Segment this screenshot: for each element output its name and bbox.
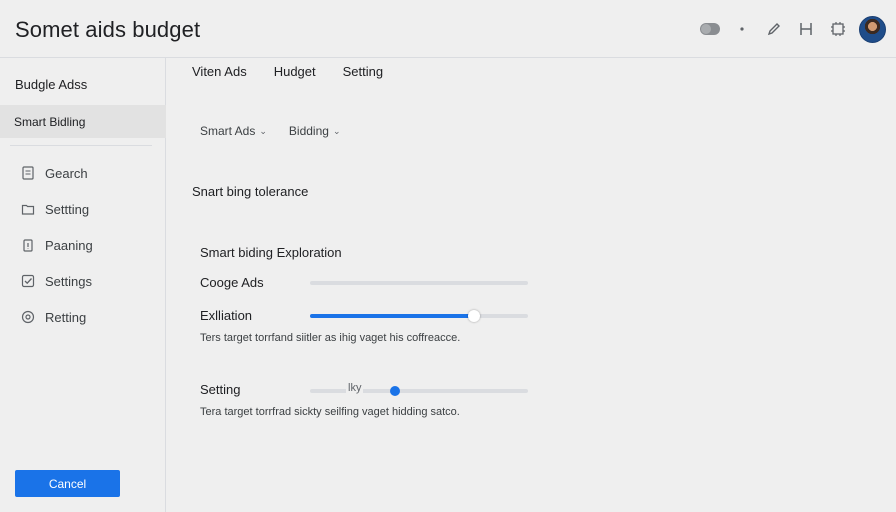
- row-label: Exlliation: [200, 308, 253, 323]
- sidebar-item-label: Settting: [45, 201, 90, 217]
- sidebar-item-label: Retting: [45, 309, 87, 325]
- toggle-icon[interactable]: [697, 16, 723, 42]
- sidebar-item-label: Smart Bidling: [14, 115, 86, 129]
- top-app-bar: Somet aids budget: [0, 0, 896, 58]
- dot-icon[interactable]: [729, 16, 755, 42]
- edit-icon[interactable]: [761, 16, 787, 42]
- checkbox-icon: [20, 273, 36, 289]
- heading-icon[interactable]: [793, 16, 819, 42]
- slider-thumb[interactable]: [390, 386, 401, 396]
- row-label: Setting: [200, 382, 241, 397]
- setting-slider[interactable]: lky: [310, 382, 528, 396]
- target-icon: [20, 309, 36, 325]
- folder-icon: [20, 201, 36, 217]
- smart-ads-dropdown[interactable]: Smart Ads ⌄: [200, 124, 267, 138]
- tab-setting[interactable]: Setting: [343, 64, 383, 79]
- sidebar-item-smart-bidding[interactable]: Smart Bidling: [0, 105, 166, 138]
- app-title: Somet aids budget: [15, 17, 201, 42]
- clipboard-icon: [20, 237, 36, 253]
- user-avatar[interactable]: [859, 15, 886, 43]
- chevron-down-icon: ⌄: [332, 125, 341, 136]
- tab-bar: Viten Ads Hudget Setting: [192, 64, 410, 79]
- dropdown-label: Bidding: [288, 124, 329, 138]
- help-text: Ters target torrfand siitler as ihig vag…: [200, 332, 461, 344]
- slider-inline-label: lky: [346, 382, 364, 394]
- sidebar-divider: [10, 145, 152, 146]
- filter-bar: Smart Ads ⌄ Bidding ⌄: [200, 124, 362, 138]
- sidebar-header: Budgle Adss: [15, 77, 88, 92]
- sidebar-item-paaning[interactable]: Paaning: [0, 230, 166, 260]
- panel-title: Smart biding Exploration: [200, 245, 342, 260]
- tab-viten-ads[interactable]: Viten Ads: [192, 64, 247, 79]
- section-title: Snart bing tolerance: [192, 184, 309, 199]
- cooge-ads-slider-track[interactable]: [310, 281, 528, 285]
- sidebar-item-label: Paaning: [45, 237, 93, 253]
- chip-icon[interactable]: [825, 16, 851, 42]
- sidebar-item-gearch[interactable]: Gearch: [0, 158, 166, 188]
- chevron-down-icon: ⌄: [259, 125, 267, 136]
- row-label: Cooge Ads: [200, 275, 264, 290]
- exlliation-slider[interactable]: [310, 310, 528, 322]
- main-content: Viten Ads Hudget Setting Smart Ads ⌄ Bid…: [167, 58, 896, 512]
- document-icon: [20, 165, 36, 181]
- sidebar-item-retting[interactable]: Retting: [0, 302, 166, 332]
- slider-fill: [310, 314, 474, 318]
- sidebar-item-settings[interactable]: Settings: [0, 266, 166, 296]
- sidebar: Budgle Adss Smart Bidling Gearch Setttin…: [0, 58, 166, 512]
- bidding-dropdown[interactable]: Bidding ⌄: [289, 124, 341, 138]
- tab-hudget[interactable]: Hudget: [274, 64, 316, 79]
- cancel-button[interactable]: Cancel: [15, 470, 120, 497]
- help-text: Tera target torrfrad sickty seilfing vag…: [200, 406, 460, 418]
- top-actions: [691, 14, 886, 44]
- sidebar-item-label: Settings: [45, 273, 92, 289]
- slider-thumb[interactable]: [467, 310, 480, 322]
- sidebar-item-label: Gearch: [45, 165, 88, 181]
- sidebar-item-settting[interactable]: Settting: [0, 194, 166, 224]
- dropdown-label: Smart Ads: [200, 124, 256, 138]
